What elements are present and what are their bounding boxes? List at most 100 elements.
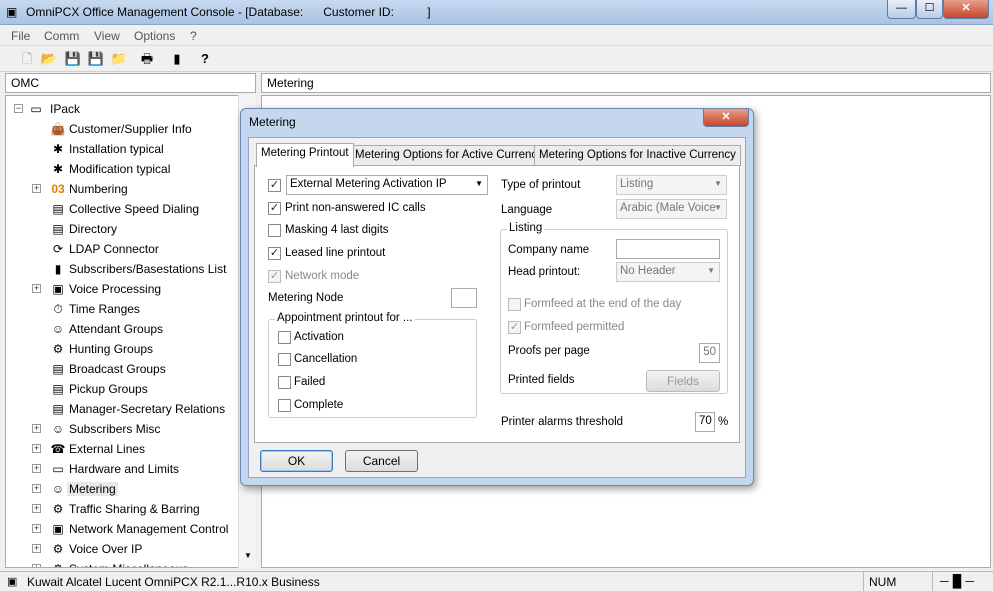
- close-button[interactable]: ✕: [943, 0, 989, 19]
- tree-item[interactable]: ⏱ Time Ranges: [6, 299, 246, 319]
- tree-node-icon: ▤: [52, 402, 64, 416]
- maximize-button[interactable]: ☐: [916, 0, 943, 19]
- tree-item[interactable]: + ⚙ Traffic Sharing & Barring: [6, 499, 246, 519]
- expand-icon[interactable]: +: [32, 184, 41, 193]
- tree-item[interactable]: ✱ Modification typical: [6, 159, 246, 179]
- tree-item-label: Voice Over IP: [69, 542, 143, 556]
- cancel-button[interactable]: Cancel: [345, 450, 418, 472]
- expand-icon[interactable]: +: [32, 424, 41, 433]
- menu-file[interactable]: File: [11, 29, 30, 43]
- tree-item[interactable]: + ☺ Subscribers Misc: [6, 419, 246, 439]
- metering-node-input[interactable]: [451, 288, 477, 308]
- company-name-input[interactable]: [616, 239, 720, 259]
- collapse-icon[interactable]: −: [14, 104, 23, 113]
- folder-icon[interactable]: 📁: [110, 50, 128, 68]
- tree-node-icon: ⟳: [52, 242, 64, 256]
- expand-icon[interactable]: +: [32, 464, 41, 473]
- tree-item[interactable]: + ⚙ Voice Over IP: [6, 539, 246, 559]
- chevron-down-icon: ▼: [707, 266, 715, 275]
- tree-item[interactable]: ▤ Collective Speed Dialing: [6, 199, 246, 219]
- external-metering-select[interactable]: External Metering Activation IP ▼: [286, 175, 488, 195]
- ok-button[interactable]: OK: [260, 450, 333, 472]
- external-metering-checkbox[interactable]: ✓: [268, 179, 281, 192]
- language-select[interactable]: Arabic (Male Voice ▼: [616, 199, 727, 219]
- proofs-input[interactable]: 50: [699, 343, 720, 363]
- tree-item-label: Metering: [67, 482, 118, 496]
- open-icon[interactable]: 📂: [40, 50, 58, 68]
- language-label: Language: [501, 204, 553, 216]
- print-icon[interactable]: 🖶: [138, 50, 156, 68]
- activation-checkbox[interactable]: [278, 331, 291, 344]
- scroll-down-icon[interactable]: ▼: [244, 551, 252, 560]
- tab-metering-printout[interactable]: Metering Printout: [256, 143, 354, 167]
- menu-comm[interactable]: Comm: [44, 29, 79, 43]
- head-printout-select[interactable]: No Header ▼: [616, 262, 720, 282]
- tree-item-label: LDAP Connector: [69, 242, 159, 256]
- tree-item[interactable]: +03 Numbering: [6, 179, 246, 199]
- tree-item[interactable]: + ☎ External Lines: [6, 439, 246, 459]
- tree-item-label: Time Ranges: [69, 302, 140, 316]
- menu-options[interactable]: Options: [134, 29, 175, 43]
- tree-item[interactable]: ▤ Pickup Groups: [6, 379, 246, 399]
- tree-root-ipack[interactable]: − ▭ IPack: [6, 99, 246, 119]
- tree-item[interactable]: + ▣ Voice Processing: [6, 279, 246, 299]
- fields-button[interactable]: Fields: [646, 370, 720, 392]
- minimize-button[interactable]: —: [887, 0, 916, 19]
- masking-checkbox[interactable]: [268, 224, 281, 237]
- expand-icon[interactable]: +: [32, 544, 41, 553]
- help-icon[interactable]: ?: [196, 50, 214, 68]
- formfeed-end-day-label: Formfeed at the end of the day: [524, 298, 682, 310]
- tree-item[interactable]: ✱ Installation typical: [6, 139, 246, 159]
- cancellation-checkbox[interactable]: [278, 353, 291, 366]
- type-of-printout-select[interactable]: Listing ▼: [616, 175, 727, 195]
- tree-item-label: Broadcast Groups: [69, 362, 166, 376]
- save-icon[interactable]: 💾: [87, 50, 105, 68]
- tree-item-label: Subscribers/Basestations List: [69, 262, 227, 276]
- formfeed-permitted-checkbox[interactable]: ✓: [508, 321, 521, 334]
- printed-fields-label: Printed fields: [508, 374, 575, 386]
- tree-node-icon: ▤: [52, 202, 64, 216]
- tree-node-icon: ▣: [52, 282, 64, 296]
- tree-item[interactable]: + ▣ Network Management Control: [6, 519, 246, 539]
- exit-icon[interactable]: ▮: [168, 50, 186, 68]
- tree-item-label: Installation typical: [69, 142, 164, 156]
- alarms-input[interactable]: 70: [695, 412, 715, 432]
- expand-icon[interactable]: +: [32, 564, 41, 567]
- tree-item[interactable]: ☺ Attendant Groups: [6, 319, 246, 339]
- leased-line-label: Leased line printout: [285, 247, 386, 259]
- expand-icon[interactable]: +: [32, 284, 41, 293]
- tree-item[interactable]: + ▭ Hardware and Limits: [6, 459, 246, 479]
- tree-item[interactable]: ⚙ Hunting Groups: [6, 339, 246, 359]
- complete-checkbox[interactable]: [278, 399, 291, 412]
- menu-help[interactable]: ?: [190, 29, 197, 43]
- tree-node-icon: ✱: [52, 162, 64, 176]
- tree-item[interactable]: + ⚙System Miscellaneous: [6, 559, 246, 567]
- expand-icon[interactable]: +: [32, 444, 41, 453]
- tree-item[interactable]: + ☺ Metering: [6, 479, 246, 499]
- network-mode-checkbox[interactable]: ✓: [268, 270, 281, 283]
- tree-item[interactable]: 👜 Customer/Supplier Info: [6, 119, 246, 139]
- menu-view[interactable]: View: [94, 29, 120, 43]
- tree-item[interactable]: ⟳ LDAP Connector: [6, 239, 246, 259]
- save-disabled-icon[interactable]: 💾: [64, 50, 82, 68]
- leased-line-checkbox[interactable]: ✓: [268, 247, 281, 260]
- num-indicator: NUM: [863, 572, 933, 591]
- expand-icon[interactable]: +: [32, 524, 41, 533]
- tree-item[interactable]: ▤ Broadcast Groups: [6, 359, 246, 379]
- proofs-label: Proofs per page: [508, 345, 590, 357]
- expand-icon[interactable]: +: [32, 504, 41, 513]
- formfeed-end-day-checkbox[interactable]: [508, 298, 521, 311]
- tree-node-icon: ☺: [51, 322, 65, 336]
- expand-icon[interactable]: +: [32, 484, 41, 493]
- dialog-close-button[interactable]: ✕: [703, 109, 749, 127]
- tab-active-currency[interactable]: Metering Options for Active Currency: [350, 145, 548, 166]
- listing-group: Listing Company name Head printout: No H…: [500, 222, 728, 394]
- listing-group-caption: Listing: [507, 222, 545, 234]
- tree-item[interactable]: ▤ Directory: [6, 219, 246, 239]
- print-non-answered-checkbox[interactable]: ✓: [268, 202, 281, 215]
- tab-inactive-currency[interactable]: Metering Options for Inactive Currency: [534, 145, 741, 166]
- tree-item[interactable]: ▤ Manager-Secretary Relations: [6, 399, 246, 419]
- failed-checkbox[interactable]: [278, 376, 291, 389]
- new-icon[interactable]: 🗋: [18, 50, 36, 68]
- tree-item[interactable]: ▮ Subscribers/Basestations List: [6, 259, 246, 279]
